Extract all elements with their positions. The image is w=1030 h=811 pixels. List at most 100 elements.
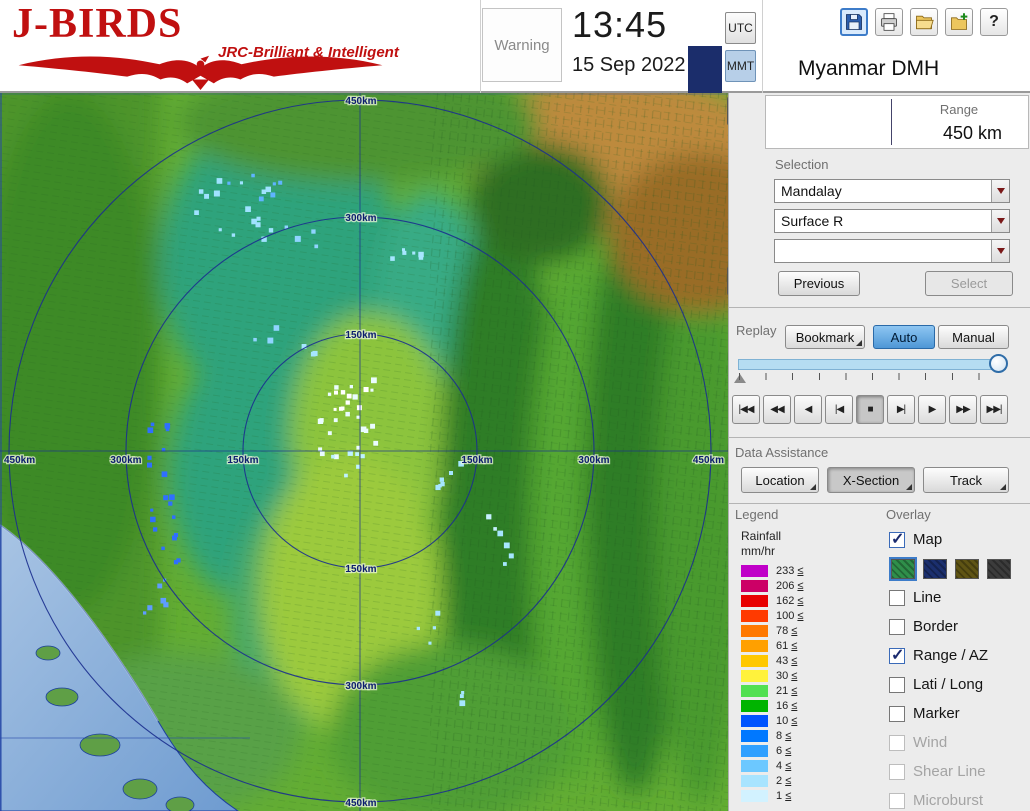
map-style-swatch[interactable] (889, 556, 917, 581)
submenu-corner-icon (810, 484, 816, 490)
checkbox[interactable] (889, 589, 905, 606)
location-button[interactable]: Location (741, 467, 819, 493)
site-dropdown[interactable]: Mandalay (774, 179, 1010, 203)
legend-value: 2 ≤ (776, 774, 792, 787)
product-dropdown[interactable]: Surface R (774, 209, 1010, 233)
help-button[interactable]: ? (980, 8, 1008, 36)
overlay-item-line[interactable]: Line (889, 583, 1030, 612)
extra-dropdown[interactable] (774, 239, 1010, 263)
save-icon (846, 14, 862, 30)
range-ring-label: 450km (345, 798, 376, 809)
overlay-item-shear-line: Shear Line (889, 757, 1030, 786)
dropdown-arrow-button[interactable] (991, 240, 1009, 262)
section-divider (729, 437, 1030, 438)
legend-color-swatch (741, 789, 768, 802)
legend-row: 6 ≤ (741, 743, 803, 758)
checkbox (889, 763, 905, 780)
site-dropdown-value: Mandalay (781, 183, 842, 199)
legend-row: 162 ≤ (741, 593, 803, 608)
save-button[interactable] (840, 8, 868, 36)
overlay-item-lati-long[interactable]: Lati / Long (889, 670, 1030, 699)
previous-button[interactable]: Previous (778, 271, 860, 296)
overlay-item-wind: Wind (889, 728, 1030, 757)
overlay-item-label: Wind (913, 734, 948, 751)
checkbox[interactable] (889, 529, 905, 549)
legend-value: 61 ≤ (776, 639, 798, 652)
legend-value: 162 ≤ (776, 594, 804, 607)
status-block (688, 46, 722, 93)
warning-label: Warning (494, 36, 550, 54)
legend-color-swatch (741, 564, 768, 577)
map-style-swatch[interactable] (923, 558, 947, 579)
legend-value: 43 ≤ (776, 654, 798, 667)
range-display: Range 450 km (765, 95, 1029, 149)
checkbox (889, 734, 905, 751)
export-image-button[interactable] (945, 8, 973, 36)
open-folder-button[interactable] (910, 8, 938, 36)
warning-panel[interactable]: Warning (482, 8, 562, 82)
play-button[interactable]: ▶ (918, 395, 946, 424)
checkbox[interactable] (889, 645, 905, 665)
range-ring-label: 450km (4, 455, 35, 466)
skip-to-start-button[interactable]: |◀◀ (732, 395, 760, 424)
submenu-corner-icon (1000, 484, 1006, 490)
auto-button[interactable]: Auto (873, 325, 935, 349)
overlay-item-label: Range / AZ (913, 647, 989, 664)
checkbox[interactable] (889, 705, 905, 722)
select-button[interactable]: Select (925, 271, 1013, 296)
fast-rewind-button[interactable]: ◀◀ (763, 395, 791, 424)
track-button[interactable]: Track (923, 467, 1009, 493)
manual-button[interactable]: Manual (938, 325, 1009, 349)
dropdown-arrow-button[interactable] (991, 210, 1009, 232)
dropdown-arrow-button[interactable] (991, 180, 1009, 202)
mmt-button[interactable]: MMT (725, 50, 756, 82)
legend-color-swatch (741, 744, 768, 757)
overlay-item-marker[interactable]: Marker (889, 699, 1030, 728)
overlay-item-label: Shear Line (913, 763, 986, 780)
legend-row: 16 ≤ (741, 698, 803, 713)
legend-value: 21 ≤ (776, 684, 798, 697)
step-forward-button[interactable]: ▶| (887, 395, 915, 424)
overlay-item-range-az[interactable]: Range / AZ (889, 641, 1030, 670)
legend-color-swatch (741, 669, 768, 682)
legend-row: 8 ≤ (741, 728, 803, 743)
map-style-swatch[interactable] (955, 558, 979, 579)
checkbox[interactable] (889, 618, 905, 635)
overlay-options: Map Line Border Range / AZ Lati / Long Marker… (889, 525, 1030, 811)
legend-row: 43 ≤ (741, 653, 803, 668)
stop-button[interactable]: ■ (856, 395, 884, 424)
overlay-item-map[interactable]: Map (889, 525, 1030, 554)
skip-to-end-button[interactable]: ▶▶| (980, 395, 1008, 424)
overlay-item-border[interactable]: Border (889, 612, 1030, 641)
range-ring-label: 300km (578, 455, 609, 466)
x-section-button[interactable]: X-Section (827, 467, 915, 493)
range-ring-label: 150km (345, 330, 376, 341)
legend-color-swatch (741, 759, 768, 772)
utc-button[interactable]: UTC (725, 12, 756, 44)
overlay-item-label: Lati / Long (913, 676, 984, 693)
overlay-item-label: Line (913, 589, 942, 606)
print-button[interactable] (875, 8, 903, 36)
checkbox[interactable] (889, 676, 905, 693)
overlay-label: Overlay (886, 507, 931, 522)
timeline-ticks (739, 373, 1005, 380)
fast-forward-button[interactable]: ▶▶ (949, 395, 977, 424)
step-back-button[interactable]: |◀ (825, 395, 853, 424)
replay-timeline-track[interactable] (738, 359, 1006, 370)
header-divider (480, 0, 481, 93)
legend-row: 206 ≤ (741, 578, 803, 593)
header: J-BIRDS JRC-Brilliant & Intelligent Rada… (0, 0, 1030, 112)
legend-value: 206 ≤ (776, 579, 804, 592)
chevron-down-icon (996, 248, 1005, 254)
play-backward-button[interactable]: ◀ (794, 395, 822, 424)
app-logo-title: J-BIRDS (12, 1, 183, 47)
legend-value: 8 ≤ (776, 729, 792, 742)
clock-time: 13:45 (572, 4, 668, 45)
bookmark-button[interactable]: Bookmark (785, 325, 865, 349)
replay-timeline-handle[interactable] (989, 354, 1008, 373)
legend-row: 30 ≤ (741, 668, 803, 683)
map-style-swatch[interactable] (987, 558, 1011, 579)
radar-map[interactable]: 150km 150km 150km 150km 300km 300km 300km 300km… (0, 93, 728, 811)
legend-label: Legend (735, 507, 779, 522)
legend-value: 100 ≤ (776, 609, 804, 622)
